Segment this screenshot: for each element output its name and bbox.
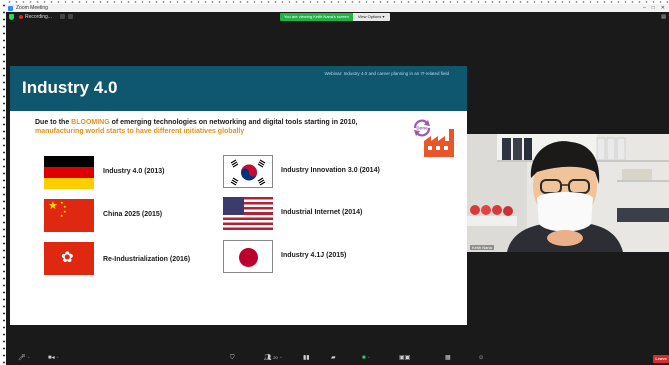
- security-button[interactable]: ⛉: [230, 354, 235, 362]
- initiative-label: Industry Innovation 3.0 (2014): [281, 167, 380, 174]
- japan-flag-sun: [239, 248, 258, 267]
- factory-icon: [424, 129, 454, 157]
- united-states-flag: [223, 197, 273, 230]
- record-button[interactable]: ▣▣: [399, 354, 410, 362]
- chat-button[interactable]: ▰: [331, 354, 336, 362]
- taegeuk-icon: [230, 159, 266, 186]
- view-options-button[interactable]: View Options ▾: [352, 13, 390, 21]
- us-flag-canton: [223, 197, 244, 215]
- initiative-label: Industrial Internet (2014): [281, 209, 363, 216]
- china-flag-star-icon: ★: [48, 200, 58, 212]
- breakout-rooms-icon: ▦: [445, 355, 451, 361]
- initiative-label: China 2025 (2015): [103, 211, 163, 218]
- security-icon: ⛉: [230, 355, 235, 361]
- initiative-label: Re-Industrialization (2016): [103, 256, 191, 263]
- window-controls: – □ ✕: [643, 5, 665, 11]
- zoom-window: Zoom Meeting – □ ✕ Recording... You are …: [6, 4, 669, 365]
- reactions-icon: ☺: [478, 355, 485, 361]
- shared-slide: Industry 4.0 Webinar: Industry 4.0 and c…: [10, 66, 467, 325]
- participant-count: 20: [273, 355, 278, 360]
- participants-icon: 👥︎: [264, 355, 272, 361]
- initiative-label: Industry 4.0 (2013): [103, 168, 165, 175]
- china-flag: ★ ★ ★ ★ ★: [44, 199, 94, 232]
- webinar-note: Webinar: Industry 4.0 and career plannin…: [324, 71, 450, 76]
- zoom-app-icon: [8, 5, 13, 11]
- stop-recording-button[interactable]: [68, 14, 73, 19]
- close-icon[interactable]: ✕: [661, 5, 665, 11]
- germany-flag: [44, 156, 94, 189]
- screen-share-banner: You are viewing Keith Nana's screen View…: [280, 13, 390, 21]
- maximize-icon[interactable]: □: [652, 5, 655, 11]
- bauhinia-icon: ✿: [61, 249, 74, 266]
- security-shield-icon[interactable]: [9, 14, 14, 20]
- slide-title: Industry 4.0: [22, 78, 118, 97]
- intro-text: Due to the: [35, 119, 72, 126]
- recording-icon: [19, 15, 23, 19]
- start-video-button[interactable]: ■◂ ^: [48, 354, 59, 362]
- chevron-up-icon[interactable]: ^: [28, 355, 30, 360]
- slide-intro: Due to the BLOOMING of emerging technolo…: [35, 118, 375, 136]
- chevron-up-icon[interactable]: ^: [280, 355, 282, 360]
- intro-highlight: manufacturing world starts to have diffe…: [35, 128, 245, 135]
- polls-button[interactable]: ▮▮: [303, 354, 310, 362]
- pause-recording-button[interactable]: [60, 14, 65, 19]
- chat-icon: ▰: [331, 355, 336, 361]
- meeting-topbar: Recording... You are viewing Keith Nana'…: [6, 12, 669, 22]
- participant-name: Keith Nana: [470, 245, 494, 250]
- share-screen-icon: ■: [362, 355, 366, 361]
- minimize-icon[interactable]: –: [643, 5, 646, 11]
- viewing-message: You are viewing Keith Nana's screen: [280, 13, 353, 21]
- participant-video-tile[interactable]: Keith Nana: [467, 134, 669, 252]
- initiative-label: Industry 4.1J (2015): [281, 252, 347, 259]
- breakout-rooms-button[interactable]: ▦: [445, 354, 451, 362]
- video-icon: ■◂: [48, 355, 55, 361]
- share-screen-button[interactable]: ■ ^: [362, 354, 370, 362]
- participant-video: [467, 134, 669, 252]
- title-bar: Zoom Meeting – □ ✕: [6, 4, 669, 12]
- chevron-up-icon[interactable]: ^: [57, 355, 59, 360]
- slide-header: Industry 4.0 Webinar: Industry 4.0 and c…: [10, 66, 467, 111]
- reactions-button[interactable]: ☺: [478, 354, 484, 362]
- leave-button[interactable]: Leave: [653, 355, 669, 363]
- mute-button[interactable]: 🎤︎ ^: [18, 354, 30, 362]
- south-korea-flag: [223, 155, 273, 188]
- intro-text: of emerging technologies on networking a…: [109, 119, 303, 126]
- mic-muted-icon: 🎤︎: [18, 355, 26, 361]
- polls-icon: ▮▮: [303, 355, 310, 361]
- chevron-up-icon[interactable]: ^: [368, 355, 370, 360]
- hong-kong-flag: ✿: [44, 242, 94, 275]
- speaker-view-icon[interactable]: ▤: [661, 14, 666, 20]
- japan-flag: [223, 240, 273, 273]
- view-options-label: View Options: [357, 14, 382, 19]
- record-icon: ▣▣: [399, 355, 411, 361]
- participants-button[interactable]: 👥︎ 20 ^: [264, 354, 282, 362]
- meeting-toolbar: 🎤︎ ^ ■◂ ^ ⛉ 👥︎ 20 ^ ▮▮ ▰ ■ ^ ▣▣ ▦ ☺ Leave: [6, 351, 669, 365]
- recording-label: Recording...: [25, 14, 52, 20]
- intro-text: starting in 2010,: [302, 119, 358, 126]
- window-title: Zoom Meeting: [16, 5, 48, 11]
- intro-highlight: BLOOMING: [71, 119, 110, 126]
